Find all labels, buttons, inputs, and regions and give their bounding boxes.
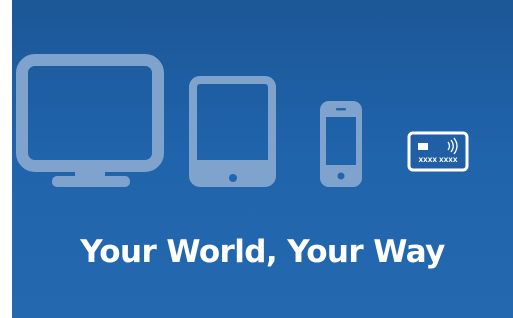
tablet-icon: [189, 76, 276, 187]
hero-slide: XXXX XXXX Your World, Your Way: [12, 0, 513, 318]
desktop-monitor-icon: [16, 54, 164, 187]
smartphone-icon: [320, 101, 362, 187]
tagline-heading: Your World, Your Way: [80, 234, 445, 270]
contactless-card-icon: XXXX XXXX: [407, 131, 469, 172]
device-icons-row: XXXX XXXX: [16, 54, 469, 187]
card-number-text: XXXX XXXX: [418, 157, 457, 164]
